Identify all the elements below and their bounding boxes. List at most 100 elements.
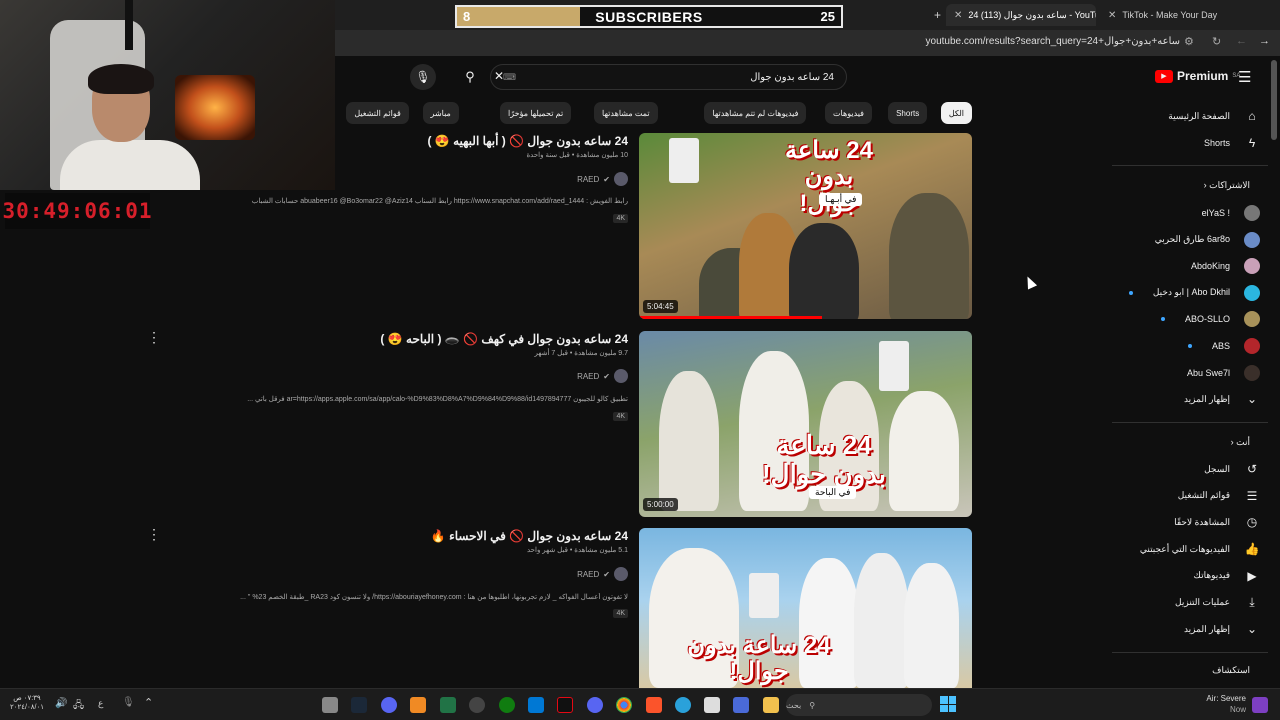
filter-chip[interactable]: Shorts — [888, 102, 928, 124]
mic-tray-icon[interactable]: 🎙 — [122, 697, 135, 708]
app-icon[interactable] — [410, 697, 426, 713]
taskbar-search[interactable]: ⚲ بحث — [786, 694, 932, 716]
filter-chip[interactable]: تمت مشاهدتها — [594, 102, 658, 124]
download-icon: ⤓ — [1249, 595, 1255, 609]
sidebar-item-label: Abo Dkhil | ابو دخيل — [1152, 287, 1230, 298]
like-icon: 👍 — [1244, 542, 1260, 557]
scrollbar[interactable] — [1271, 60, 1277, 140]
sidebar-item[interactable]: ABS — [1115, 333, 1260, 359]
sidebar-item[interactable]: السجل ↺ — [1115, 456, 1260, 482]
sidebar-item[interactable]: عمليات التنزيل ⤓ — [1115, 590, 1260, 616]
app-icon[interactable] — [528, 697, 544, 713]
avatar — [1244, 311, 1260, 328]
tray-overflow-icon[interactable]: ⌃ — [144, 696, 153, 709]
url-text[interactable]: youtube.com/results?search_query=24+ساعه… — [900, 36, 1180, 47]
tab-youtube[interactable]: ✕ 24 ساعه بدون جوال (113) - YouTube — [946, 4, 1096, 26]
duration-badge: 5:04:45 — [643, 300, 678, 313]
close-icon[interactable]: ✕ — [1108, 10, 1116, 21]
verified-icon: ✔ — [603, 569, 610, 579]
sidebar-item[interactable]: Shorts ϟ — [1115, 130, 1260, 156]
weather-widget[interactable]: Air: Severe Now — [1200, 694, 1246, 716]
channel-link[interactable]: ✔ RAED — [577, 567, 628, 581]
steam-icon[interactable] — [351, 697, 367, 713]
video-thumbnail[interactable]: 24 ساعة بدون جوال! — [639, 528, 972, 688]
goal-target: 25 — [820, 9, 835, 24]
menu-icon[interactable]: ☰ — [1238, 68, 1251, 86]
sidebar-item-label: المشاهدة لاحقًا — [1174, 516, 1230, 527]
back-icon[interactable]: → — [1259, 35, 1270, 47]
brave-icon[interactable] — [646, 697, 662, 713]
search-button[interactable]: ⚲ — [455, 64, 485, 90]
verified-icon: ✔ — [603, 371, 610, 381]
app-icon[interactable] — [469, 697, 485, 713]
sidebar-item-label: الصفحة الرئيسية — [1168, 110, 1230, 121]
site-settings-icon[interactable]: ⚙ — [1184, 35, 1194, 48]
chrome-icon[interactable] — [616, 697, 632, 713]
filter-chip[interactable]: فيديوهات لم تتم مشاهدتها — [704, 102, 807, 124]
sidebar-item[interactable]: Abo Dkhil | ابو دخيل — [1115, 280, 1260, 306]
sidebar-item[interactable]: AbdoKing — [1115, 253, 1260, 279]
video-thumbnail[interactable]: 24 ساعة بدون جوال! في الباحة 5:00:00 — [639, 331, 972, 517]
app-icon[interactable] — [1252, 697, 1268, 713]
video-title[interactable]: 24 ساعه بدون جوال 🚫 ( أبها البهيه 😍 ) — [427, 134, 628, 148]
volume-icon[interactable]: 🔊 — [55, 698, 67, 709]
close-icon[interactable]: ✕ — [954, 10, 962, 21]
sidebar-section-title[interactable]: الاشتراكات ‹ — [1204, 180, 1250, 191]
folder-icon[interactable] — [763, 697, 779, 713]
keyboard-icon[interactable]: ⌨ — [503, 72, 516, 83]
sidebar-item-label: فيديوهاتك — [1193, 570, 1230, 581]
clear-search-icon[interactable]: ✕ — [494, 69, 504, 83]
sidebar-item-label: ABS — [1211, 341, 1230, 351]
quality-badge: 4K — [613, 609, 628, 618]
goal-label: SUBSCRIBERS — [595, 8, 703, 25]
clock[interactable]: ٠٧:٣٩ ص ٢٠٢٤/٠٨/٠١ — [10, 694, 44, 712]
discord-icon[interactable] — [587, 697, 603, 713]
start-button[interactable] — [940, 696, 956, 712]
mouse-cursor — [1022, 274, 1038, 290]
sidebar-item[interactable]: ABO-SLLO — [1115, 306, 1260, 332]
sidebar-item[interactable]: الصفحة الرئيسية ⌂ — [1115, 103, 1260, 129]
video-thumbnail[interactable]: 24 ساعة بدون جوال! في أبـهـا 5:04:45 — [639, 133, 972, 319]
filter-chip[interactable]: تم تحميلها مؤخرًا — [500, 102, 572, 124]
video-title[interactable]: 24 ساعه بدون جوال في كهف 🚫 🕳️ ( الباحه 😍… — [380, 332, 628, 346]
sidebar-item[interactable]: إظهار المزيد ⌄ — [1115, 616, 1260, 642]
sidebar-item[interactable]: 6ar8o طارق الحربي — [1115, 227, 1260, 253]
channel-link[interactable]: ✔ RAED — [577, 369, 628, 383]
sidebar-item[interactable]: الفيديوهات التي أعجبتني 👍 — [1115, 536, 1260, 562]
network-icon[interactable]: 🖧 — [73, 698, 84, 715]
filter-chip[interactable]: الكل — [940, 102, 972, 124]
more-options-icon[interactable]: ⋮ — [147, 329, 161, 346]
sidebar-item-label: السجل — [1204, 463, 1230, 474]
store-icon[interactable] — [704, 697, 720, 713]
filter-chip[interactable]: فيديوهات — [825, 102, 872, 124]
reload-icon[interactable]: ↻ — [1212, 35, 1221, 48]
sidebar-item[interactable]: فيديوهاتك ▶ — [1115, 563, 1260, 589]
netflix-icon[interactable] — [557, 697, 573, 713]
sidebar-item[interactable]: Abu Swe7l — [1115, 360, 1260, 386]
excel-icon[interactable] — [440, 697, 456, 713]
app-icon[interactable] — [733, 697, 749, 713]
sidebar-item[interactable]: قوائم التشغيل ☰ — [1115, 483, 1260, 509]
more-options-icon[interactable]: ⋮ — [147, 526, 161, 543]
filter-chip[interactable]: قوائم التشغيل — [346, 102, 409, 124]
no-phone-sign — [879, 341, 909, 391]
telegram-icon[interactable] — [675, 697, 691, 713]
app-icon[interactable] — [322, 697, 338, 713]
forward-icon[interactable]: ← — [1236, 35, 1247, 47]
language-indicator[interactable]: ع — [98, 698, 103, 709]
search-input[interactable]: 24 ساعه بدون جوال ⌨ — [490, 64, 847, 90]
channel-link[interactable]: ✔ RAED — [577, 172, 628, 186]
youtube-logo[interactable]: ▶ Premium SA — [1155, 69, 1240, 83]
sidebar-section-title[interactable]: أنت ‹ — [1231, 437, 1250, 448]
voice-search-button[interactable]: 🎙 — [410, 64, 436, 90]
xbox-icon[interactable] — [499, 697, 515, 713]
filter-chip[interactable]: مباشر — [422, 102, 459, 124]
tab-tiktok[interactable]: ✕ TikTok - Make Your Day — [1100, 4, 1250, 26]
video-title[interactable]: 24 ساعه بدون جوال 🚫 في الاحساء 🔥 — [431, 529, 628, 543]
sidebar-item[interactable]: ! elYaS — [1115, 200, 1260, 226]
new-tab-button[interactable]: + — [926, 4, 946, 26]
sidebar-item[interactable]: المشاهدة لاحقًا ◷ — [1115, 509, 1260, 535]
chevron-down-icon: ⌄ — [1246, 392, 1258, 406]
app-icon[interactable] — [381, 697, 397, 713]
sidebar-item[interactable]: إظهار المزيد ⌄ — [1115, 386, 1260, 412]
